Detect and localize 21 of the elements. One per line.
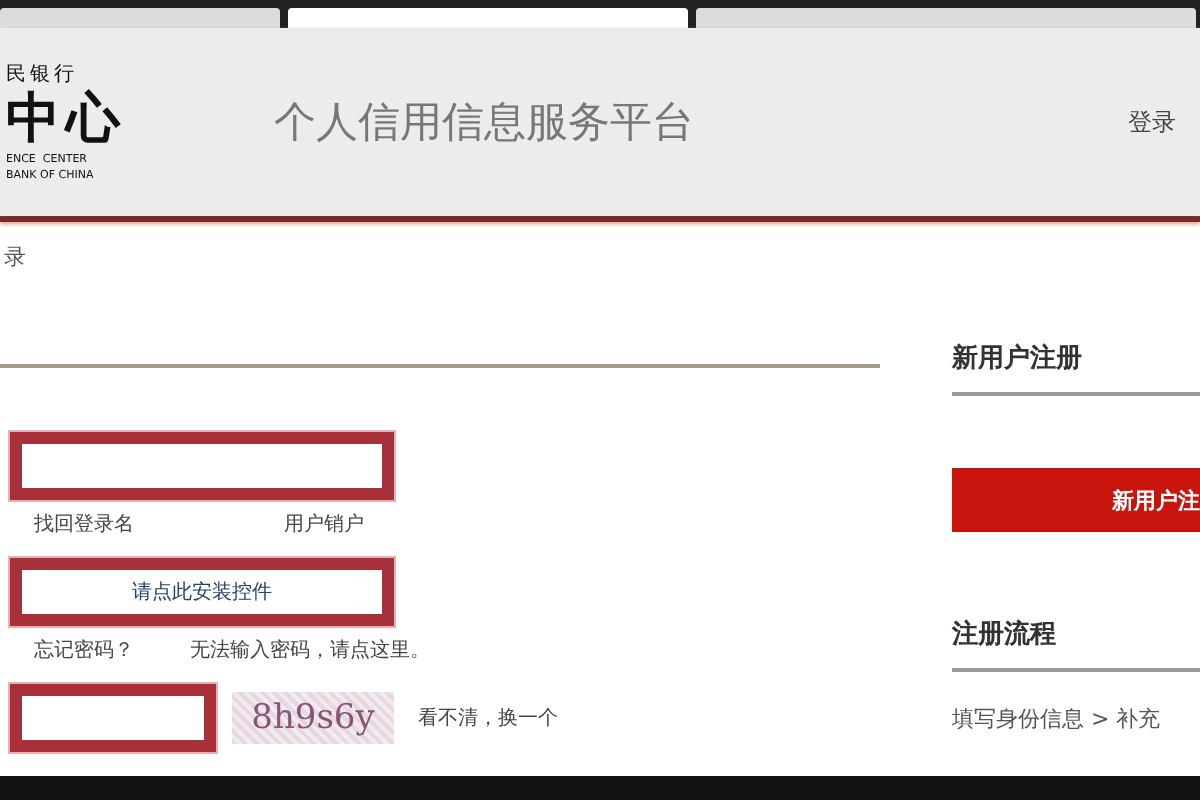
process-steps: 填写身份信息 > 补充 — [952, 704, 1200, 734]
link[interactable]: 用户销户 — [284, 510, 364, 538]
link[interactable]: 无法输入密码，请点这里。 — [190, 636, 430, 664]
section-heading: 新用户注册 — [952, 340, 1200, 396]
login-link[interactable]: 登录 — [1128, 105, 1176, 139]
captcha-field[interactable] — [10, 684, 216, 752]
link[interactable]: 忘记密码？ — [34, 636, 134, 664]
browser-tab[interactable] — [288, 8, 688, 28]
browser-tab[interactable] — [696, 8, 1196, 28]
password-control[interactable]: 请点此安装控件 — [10, 558, 394, 626]
username-field[interactable] — [10, 432, 394, 500]
breadcrumb: 录 — [4, 242, 28, 272]
logo-text: 民银行 — [6, 62, 80, 88]
captcha-image: 8h9s6y — [232, 692, 394, 744]
browser-tab[interactable] — [0, 8, 280, 28]
logo-text: 中心 — [6, 88, 128, 152]
refresh-captcha-link[interactable]: 看不清，换一个 — [418, 704, 558, 732]
section-heading: 注册流程 — [952, 616, 1200, 672]
site-title: 个人信用信息服务平台 — [274, 96, 696, 150]
register-button[interactable]: 新用户注 — [952, 468, 1200, 532]
link[interactable]: 找回登录名 — [34, 510, 134, 538]
